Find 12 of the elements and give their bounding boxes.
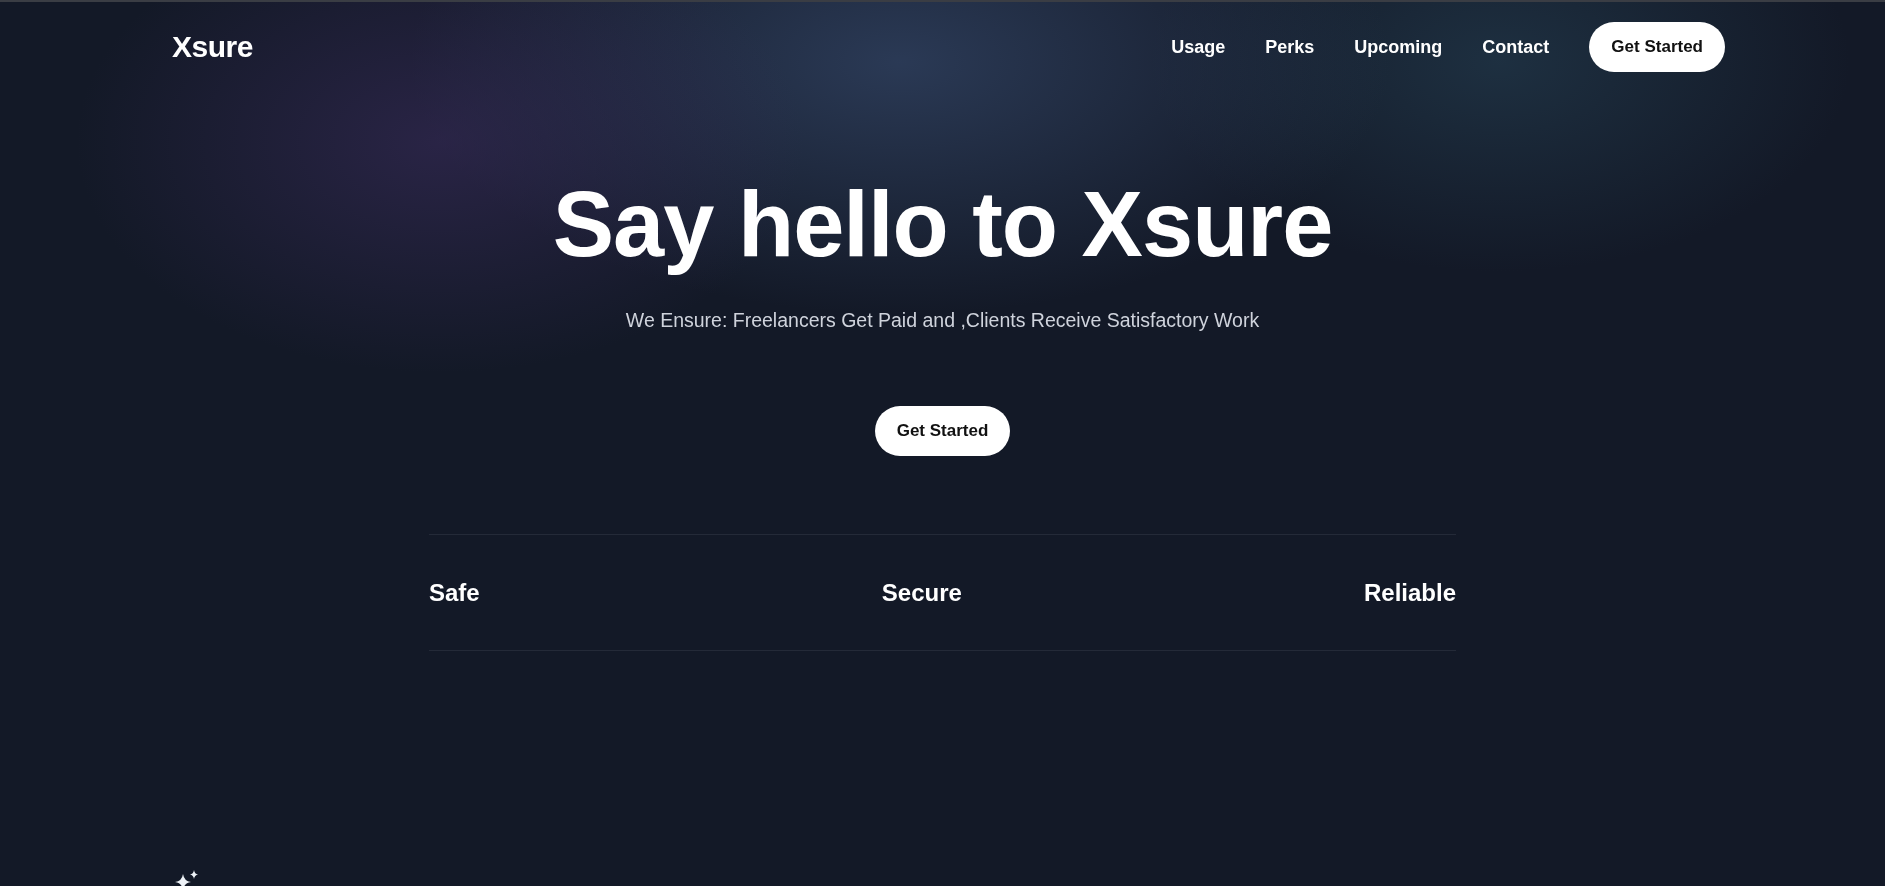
get-started-button[interactable]: Get Started — [874, 406, 1011, 457]
nav-link[interactable]: Perks — [1265, 36, 1315, 58]
nav-link[interactable]: Contact — [1482, 36, 1550, 58]
feature-label: Secure — [881, 578, 962, 607]
nav-link[interactable]: Upcoming — [1354, 36, 1443, 58]
logo[interactable]: Xsure — [172, 30, 253, 64]
feature-label: Reliable — [1363, 578, 1456, 607]
feature-label: Safe — [429, 578, 480, 607]
nav-link[interactable]: Usage — [1171, 36, 1226, 58]
get-started-button[interactable]: Get Started — [1589, 22, 1725, 72]
hero-title: Say hello to Xsure — [552, 174, 1333, 276]
hero-subtitle: We Ensure: Freelancers Get Paid and ,Clients Receive Satisfactory Work — [625, 309, 1260, 333]
